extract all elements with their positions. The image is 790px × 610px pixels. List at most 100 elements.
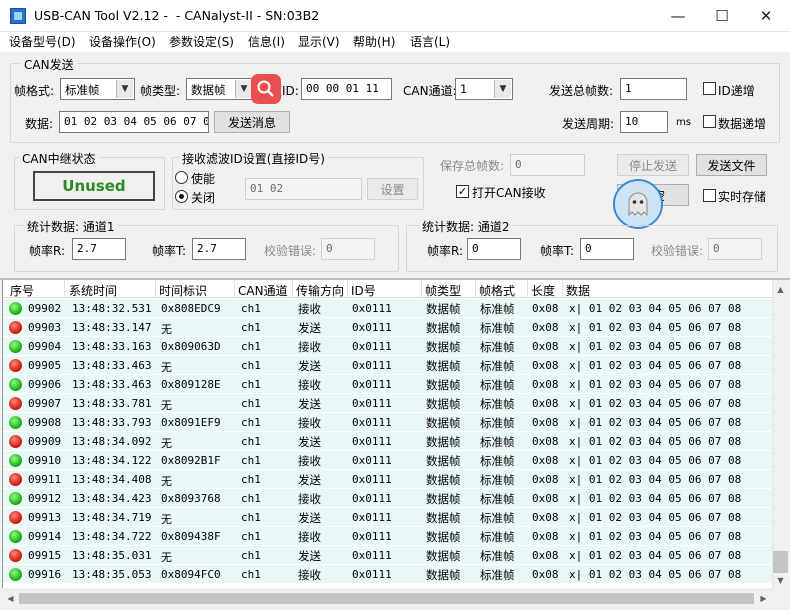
data-input[interactable]: 01 02 03 04 05 06 07 08 — [59, 111, 209, 133]
data-increment-checkbox[interactable] — [703, 115, 716, 128]
col-divider[interactable] — [421, 280, 422, 298]
cell-data: x| 01 02 03 04 05 06 07 08 — [569, 340, 742, 353]
scroll-up-icon[interactable]: ▲ — [773, 282, 788, 297]
col-data[interactable]: 数据 — [566, 282, 590, 299]
horizontal-scroll-thumb[interactable] — [19, 593, 754, 604]
can-channel-select[interactable]: 1 ▼ — [455, 78, 513, 100]
col-can-channel[interactable]: CAN通道 — [238, 282, 288, 299]
cell-frame-type: 数据帧 — [426, 492, 461, 506]
filter-ids-input[interactable]: 01 02 — [245, 178, 362, 200]
cell-frame-type: 数据帧 — [426, 321, 461, 335]
table-row[interactable]: 09912 13:48:34.423 0x8093768 ch1 接收 0x0111 数据帧… — [3, 489, 772, 508]
send-period-input[interactable]: 10 — [620, 111, 668, 133]
cell-frame-format: 标准帧 — [480, 511, 515, 525]
table-row[interactable]: 09914 13:48:34.722 0x809438F ch1 接收 0x0111 数据帧… — [3, 527, 772, 546]
col-length[interactable]: 长度 — [531, 282, 555, 299]
cell-frame-type: 数据帧 — [426, 454, 461, 468]
col-frame-format[interactable]: 帧格式 — [479, 282, 515, 299]
scroll-left-icon[interactable]: ◀ — [3, 591, 18, 606]
col-divider[interactable] — [527, 280, 528, 298]
ch1-tx-rate-value: 2.7 — [192, 238, 246, 260]
cell-length: 0x08 — [532, 530, 559, 543]
frame-id-input[interactable]: 00 00 01 11 — [301, 78, 392, 100]
table-row[interactable]: 09907 13:48:33.781 无 ch1 发送 0x0111 数据帧 标准帧 0x08 x… — [3, 394, 772, 413]
send-file-button[interactable]: 发送文件 — [696, 154, 767, 176]
col-divider[interactable] — [155, 280, 156, 298]
table-row[interactable]: 09909 13:48:34.092 无 ch1 发送 0x0111 数据帧 标准帧 0x08 x… — [3, 432, 772, 451]
frame-format-select[interactable]: 标准帧 ▼ — [60, 78, 135, 100]
menu-info[interactable]: 信息(I) — [248, 33, 285, 50]
table-row[interactable]: 09916 13:48:35.053 0x8094FC0 ch1 接收 0x0111 数据帧… — [3, 565, 772, 584]
vertical-scroll-thumb[interactable] — [773, 551, 788, 573]
search-icon[interactable] — [251, 74, 281, 104]
cell-direction: 接收 — [298, 416, 321, 430]
menu-language[interactable]: 语言(L) — [410, 33, 450, 50]
saved-frames-input[interactable]: 0 — [510, 154, 585, 176]
table-row[interactable]: 09905 13:48:33.463 无 ch1 发送 0x0111 数据帧 标准帧 0x08 x… — [3, 356, 772, 375]
table-row[interactable]: 09910 13:48:34.122 0x8092B1F ch1 接收 0x0111 数据帧… — [3, 451, 772, 470]
col-direction[interactable]: 传输方向 — [296, 282, 344, 299]
open-can-receive-checkbox[interactable]: ✓ — [456, 185, 469, 198]
table-row[interactable]: 09902 13:48:32.531 0x808EDC9 ch1 接收 0x0111 数据帧… — [3, 299, 772, 318]
table-row[interactable]: 09911 13:48:34.408 无 ch1 发送 0x0111 数据帧 标准帧 0x08 x… — [3, 470, 772, 489]
menu-parameters[interactable]: 参数设定(S) — [169, 33, 234, 50]
cell-id: 0x0111 — [352, 530, 392, 543]
stop-send-button[interactable]: 停止发送 — [617, 154, 689, 176]
cell-length: 0x08 — [532, 568, 559, 581]
col-divider[interactable] — [234, 280, 235, 298]
col-divider[interactable] — [292, 280, 293, 298]
cell-direction: 接收 — [298, 530, 321, 544]
cell-timestamp: 无 — [161, 437, 172, 450]
filter-enable-radio[interactable] — [175, 171, 188, 184]
cell-frame-format: 标准帧 — [480, 473, 515, 487]
table-row[interactable]: 09908 13:48:33.793 0x8091EF9 ch1 接收 0x0111 数据帧… — [3, 413, 772, 432]
col-timestamp[interactable]: 时间标识 — [159, 282, 207, 299]
ghost-assistant-icon[interactable] — [613, 179, 663, 229]
cell-can-channel: ch1 — [241, 549, 261, 562]
cell-direction: 接收 — [298, 454, 321, 468]
cell-data: x| 01 02 03 04 05 06 07 08 — [569, 473, 742, 486]
scroll-down-icon[interactable]: ▼ — [773, 573, 788, 588]
cell-seq: 09915 — [28, 549, 62, 562]
cell-id: 0x0111 — [352, 340, 392, 353]
filter-set-button[interactable]: 设置 — [367, 178, 418, 200]
table-row[interactable]: 09915 13:48:35.031 无 ch1 发送 0x0111 数据帧 标准帧 0x08 x… — [3, 546, 772, 565]
cell-timestamp: 无 — [161, 361, 172, 374]
cell-seq: 09906 — [28, 378, 62, 391]
filter-disable-radio[interactable] — [175, 190, 188, 203]
close-button[interactable]: ✕ — [744, 0, 788, 32]
minimize-button[interactable]: — — [656, 0, 700, 32]
frame-format-label: 帧格式: — [14, 84, 55, 98]
id-increment-checkbox[interactable] — [703, 82, 716, 95]
menu-view[interactable]: 显示(V) — [298, 33, 340, 50]
table-row[interactable]: 09906 13:48:33.463 0x809128E ch1 接收 0x0111 数据帧… — [3, 375, 772, 394]
cell-direction: 发送 — [298, 549, 321, 563]
send-message-button[interactable]: 发送消息 — [214, 111, 290, 133]
cell-length: 0x08 — [532, 473, 559, 486]
total-frames-input[interactable]: 1 — [620, 78, 687, 100]
realtime-save-checkbox[interactable] — [703, 189, 716, 202]
menu-device-operation[interactable]: 设备操作(O) — [89, 33, 156, 50]
vertical-scrollbar[interactable] — [772, 280, 789, 588]
col-divider[interactable] — [562, 280, 563, 298]
cell-seq: 09909 — [28, 435, 62, 448]
scroll-right-icon[interactable]: ▶ — [756, 591, 771, 606]
ch1-checksum-label: 校验错误: — [264, 244, 317, 258]
menu-device-model[interactable]: 设备型号(D) — [9, 33, 76, 50]
col-divider[interactable] — [347, 280, 348, 298]
col-frame-type[interactable]: 帧类型 — [425, 282, 461, 299]
col-id[interactable]: ID号 — [351, 282, 376, 299]
frame-type-select[interactable]: 数据帧 ▼ — [186, 78, 254, 100]
table-row[interactable]: 09913 13:48:34.719 无 ch1 发送 0x0111 数据帧 标准帧 0x08 x… — [3, 508, 772, 527]
maximize-button[interactable]: ☐ — [700, 0, 744, 32]
col-divider[interactable] — [64, 280, 65, 298]
table-row[interactable]: 09903 13:48:33.147 无 ch1 发送 0x0111 数据帧 标准帧 0x08 x… — [3, 318, 772, 337]
col-system-time[interactable]: 系统时间 — [69, 282, 117, 299]
col-seq[interactable]: 序号 — [10, 282, 34, 299]
cell-id: 0x0111 — [352, 492, 392, 505]
cell-seq: 09912 — [28, 492, 62, 505]
cell-system-time: 13:48:35.031 — [72, 549, 152, 562]
col-divider[interactable] — [475, 280, 476, 298]
menu-help[interactable]: 帮助(H) — [353, 33, 395, 50]
table-row[interactable]: 09904 13:48:33.163 0x809063D ch1 接收 0x0111 数据帧… — [3, 337, 772, 356]
